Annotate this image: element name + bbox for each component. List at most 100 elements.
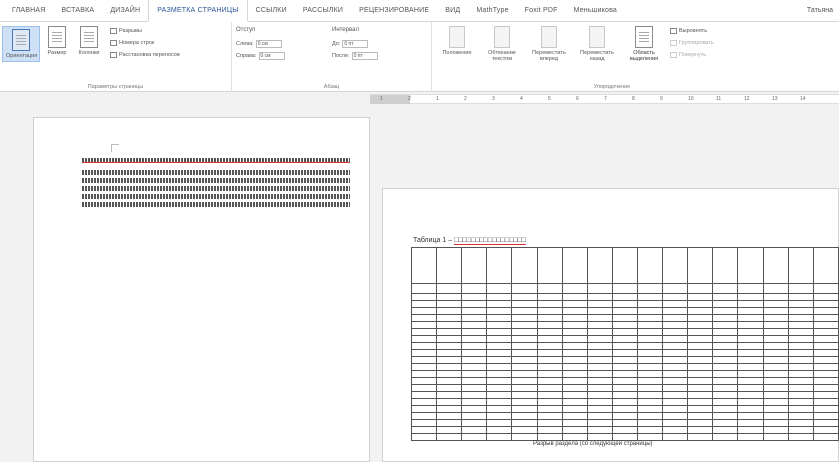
table-cell[interactable]: [787, 433, 814, 441]
table-cell[interactable]: [536, 419, 563, 427]
table-cell[interactable]: [486, 433, 513, 441]
table-cell[interactable]: [787, 283, 814, 294]
table-cell[interactable]: [436, 283, 463, 294]
table-cell[interactable]: [410, 293, 438, 301]
table-cell[interactable]: [636, 283, 664, 294]
table-cell[interactable]: [511, 247, 538, 284]
table-cell[interactable]: [410, 433, 438, 441]
table-cell[interactable]: [762, 412, 789, 420]
table-cell[interactable]: [812, 391, 839, 399]
table-cell[interactable]: [662, 342, 689, 350]
table-cell[interactable]: [812, 356, 839, 364]
table-cell[interactable]: [787, 419, 814, 427]
table-cell[interactable]: [486, 247, 513, 284]
table-cell[interactable]: [611, 377, 638, 385]
table-cell[interactable]: [636, 426, 664, 434]
table-cell[interactable]: [511, 433, 538, 441]
table-cell[interactable]: [687, 307, 714, 315]
table-cell[interactable]: [812, 419, 839, 427]
tab-5[interactable]: РАССЫЛКИ: [295, 0, 351, 22]
table-cell[interactable]: [787, 328, 814, 336]
table-cell[interactable]: [611, 426, 638, 434]
table-cell[interactable]: [662, 283, 689, 294]
table-cell[interactable]: [737, 300, 764, 308]
table-cell[interactable]: [536, 321, 563, 329]
tab-6[interactable]: РЕЦЕНЗИРОВАНИЕ: [351, 0, 437, 22]
indent-left-input[interactable]: 0 см: [255, 40, 282, 48]
table-cell[interactable]: [687, 293, 714, 301]
table-cell[interactable]: [737, 433, 764, 441]
table-cell[interactable]: [636, 307, 664, 315]
table-cell[interactable]: [486, 412, 513, 420]
table-cell[interactable]: [461, 412, 488, 420]
table-cell[interactable]: [712, 300, 739, 308]
table-cell[interactable]: [536, 293, 563, 301]
table-cell[interactable]: [561, 377, 588, 385]
table-cell[interactable]: [561, 335, 588, 343]
table-cell[interactable]: [762, 356, 789, 364]
table-cell[interactable]: [536, 300, 563, 308]
table-cell[interactable]: [410, 405, 438, 413]
table-cell[interactable]: [611, 300, 638, 308]
table-cell[interactable]: [687, 335, 714, 343]
table-cell[interactable]: [511, 356, 538, 364]
table-cell[interactable]: [712, 405, 739, 413]
table-cell[interactable]: [787, 247, 814, 284]
table-cell[interactable]: [762, 328, 789, 336]
table-cell[interactable]: [737, 307, 764, 315]
table-cell[interactable]: [812, 293, 839, 301]
tab-10[interactable]: Меньшикова: [566, 0, 625, 22]
table-cell[interactable]: [687, 342, 714, 350]
table-cell[interactable]: [511, 370, 538, 378]
table-caption[interactable]: Таблица 1 – □□□□□□□□□□□□□□□□□: [413, 237, 526, 245]
table-cell[interactable]: [687, 384, 714, 392]
table-cell[interactable]: [662, 307, 689, 315]
table-cell[interactable]: [586, 307, 613, 315]
table-cell[interactable]: [436, 307, 463, 315]
table-cell[interactable]: [536, 314, 563, 322]
table-cell[interactable]: [586, 433, 613, 441]
selection-pane-button[interactable]: Область выделения: [624, 26, 664, 62]
table-cell[interactable]: [737, 335, 764, 343]
table-cell[interactable]: [586, 283, 613, 294]
table-cell[interactable]: [410, 391, 438, 399]
table-cell[interactable]: [486, 377, 513, 385]
table-cell[interactable]: [687, 433, 714, 441]
table-cell[interactable]: [812, 328, 839, 336]
table-cell[interactable]: [410, 314, 438, 322]
table-cell[interactable]: [611, 391, 638, 399]
table-cell[interactable]: [410, 377, 438, 385]
table-cell[interactable]: [762, 247, 789, 284]
table-cell[interactable]: [436, 335, 463, 343]
table-cell[interactable]: [410, 349, 438, 357]
table-cell[interactable]: [636, 370, 664, 378]
table-cell[interactable]: [536, 433, 563, 441]
table-cell[interactable]: [662, 405, 689, 413]
table-cell[interactable]: [410, 247, 438, 284]
table-cell[interactable]: [410, 363, 438, 371]
table-cell[interactable]: [687, 398, 714, 406]
table-cell[interactable]: [486, 356, 513, 364]
tab-2[interactable]: ДИЗАЙН: [102, 0, 148, 22]
table-cell[interactable]: [636, 384, 664, 392]
table-cell[interactable]: [611, 314, 638, 322]
table-cell[interactable]: [712, 335, 739, 343]
table-cell[interactable]: [611, 328, 638, 336]
hyphenation-button[interactable]: Расстановка переносов: [110, 52, 180, 58]
table-cell[interactable]: [611, 433, 638, 441]
table-cell[interactable]: [536, 384, 563, 392]
table-cell[interactable]: [787, 321, 814, 329]
table-cell[interactable]: [586, 335, 613, 343]
table-cell[interactable]: [636, 335, 664, 343]
orientation-button[interactable]: Ориентация: [2, 26, 40, 62]
table-cell[interactable]: [561, 426, 588, 434]
table-cell[interactable]: [561, 412, 588, 420]
table-cell[interactable]: [511, 293, 538, 301]
table-cell[interactable]: [511, 391, 538, 399]
table-cell[interactable]: [636, 377, 664, 385]
table-cell[interactable]: [762, 283, 789, 294]
table-cell[interactable]: [762, 384, 789, 392]
table-cell[interactable]: [586, 300, 613, 308]
table-cell[interactable]: [787, 342, 814, 350]
table-cell[interactable]: [436, 293, 463, 301]
